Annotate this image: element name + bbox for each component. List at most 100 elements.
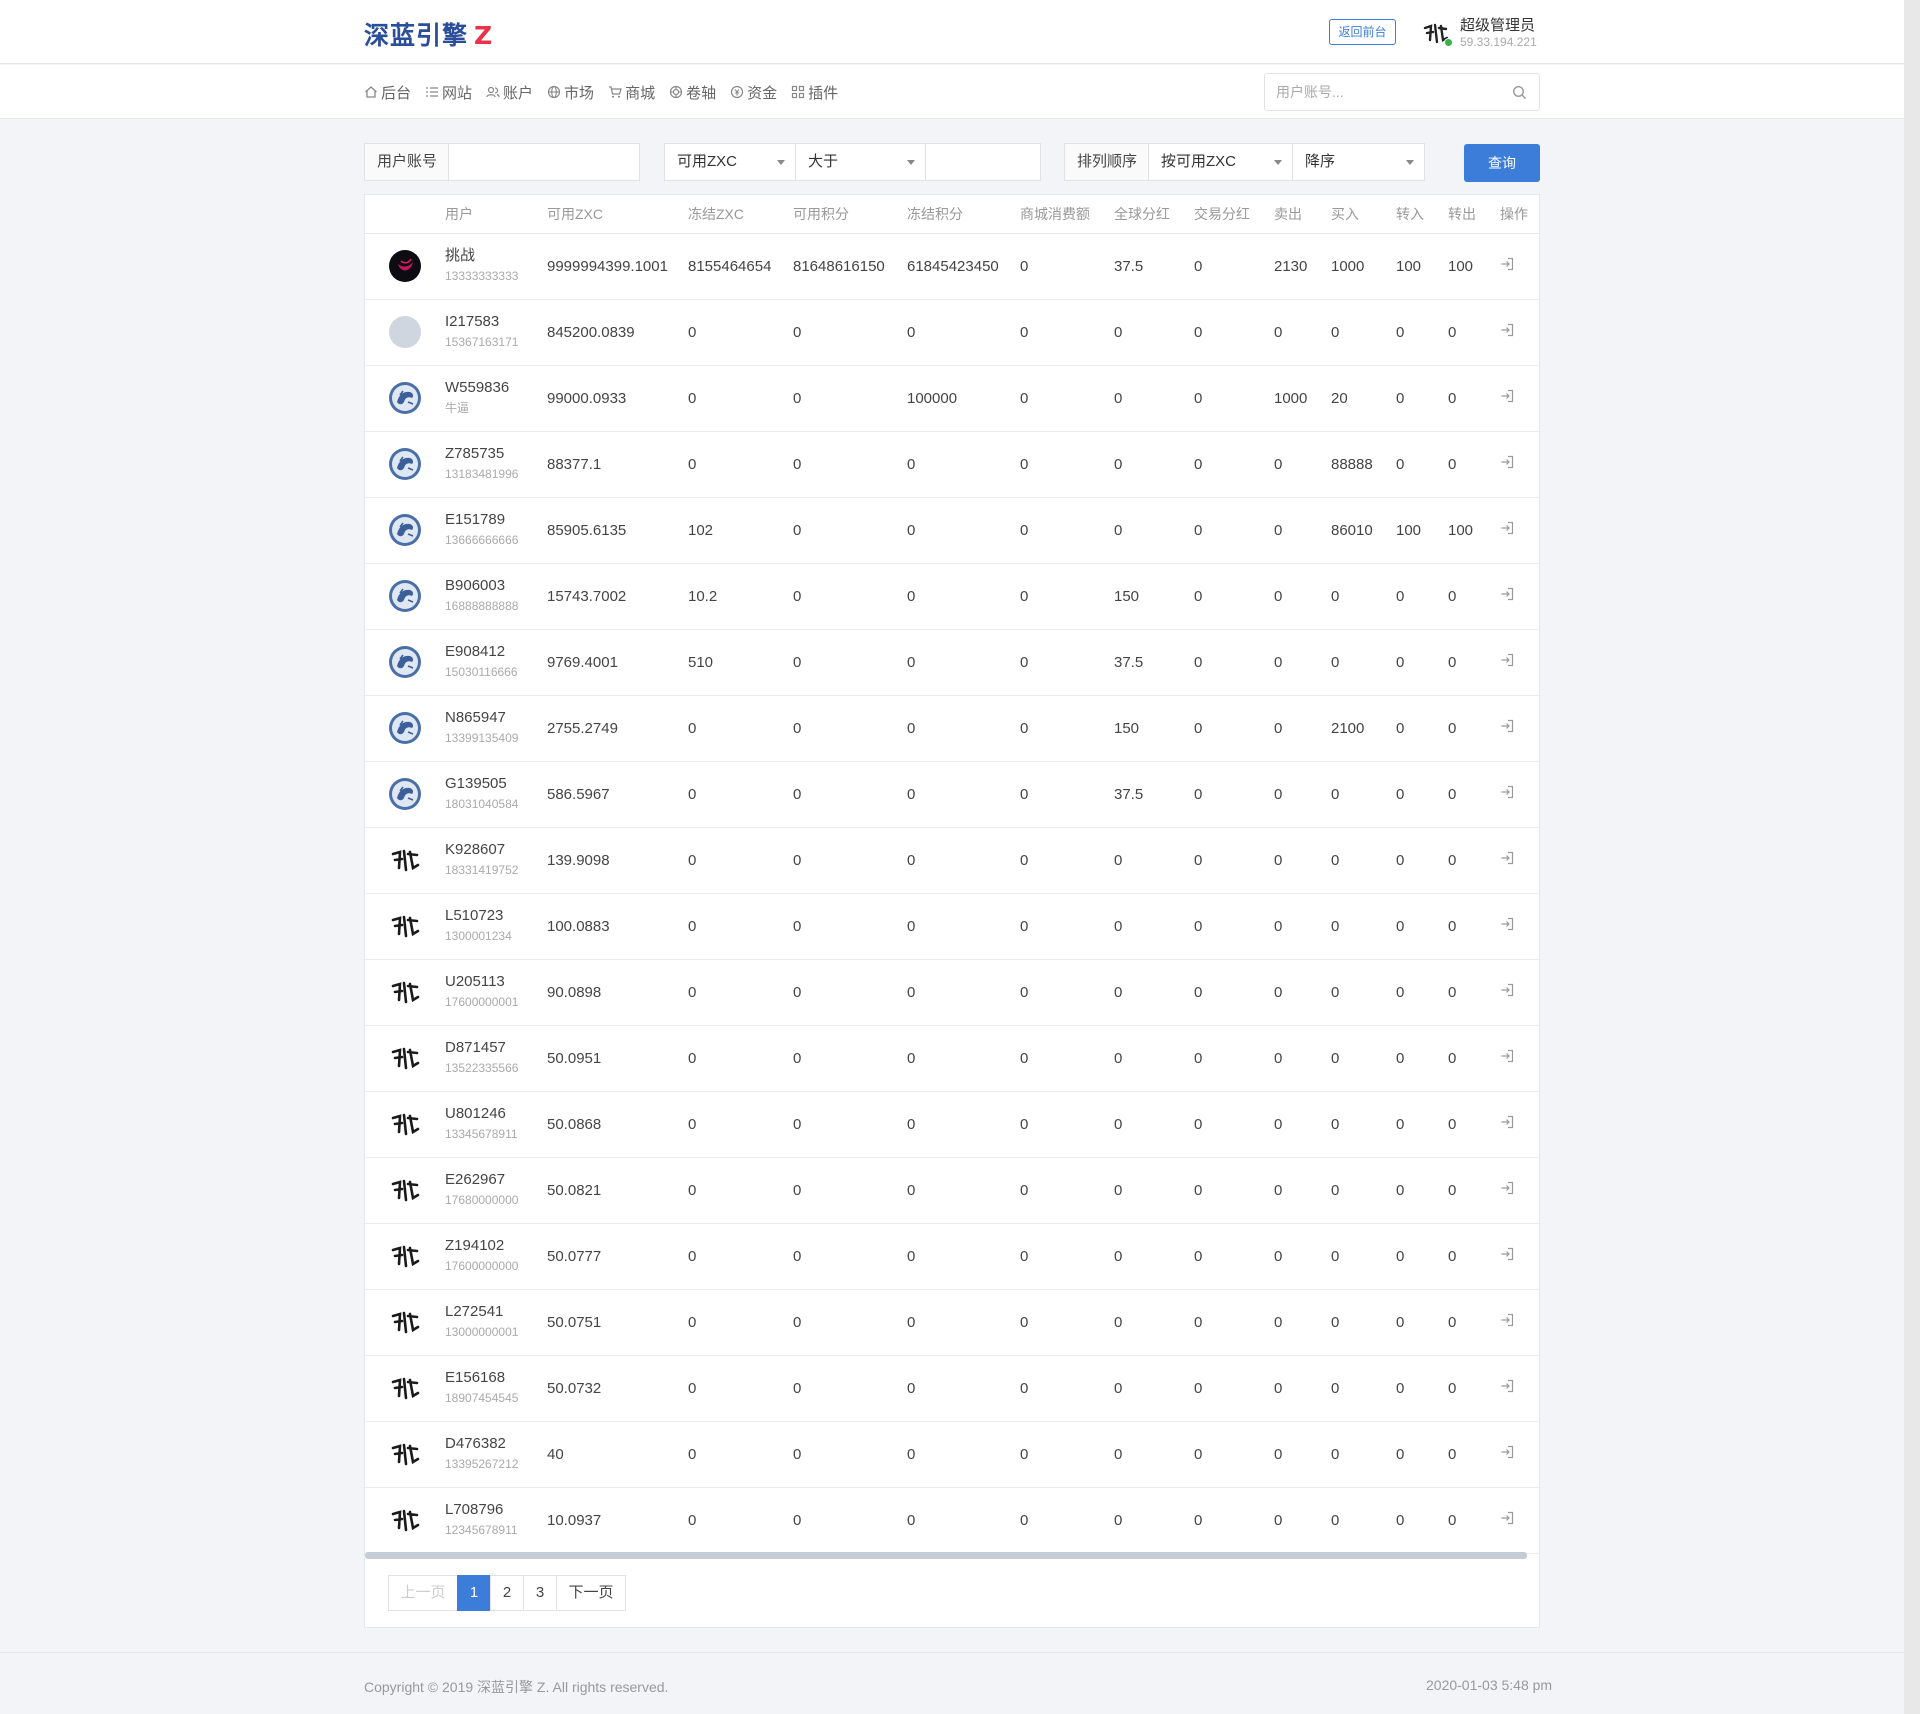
login-as-user-icon[interactable] xyxy=(1500,1379,1514,1393)
avatar[interactable] xyxy=(389,1042,421,1074)
avatar[interactable] xyxy=(389,646,421,678)
avatar[interactable] xyxy=(389,448,421,480)
account-input[interactable] xyxy=(448,143,640,181)
table-row: Z785735 13183481996 88377.1 0 0 0 0 0 0 0 88888 0 0 xyxy=(365,431,1539,498)
user-name[interactable]: K928607 xyxy=(445,841,547,859)
avatar[interactable] xyxy=(389,1174,421,1206)
nav-item-plugins[interactable]: 插件 xyxy=(791,82,838,103)
nav-item-market[interactable]: 市场 xyxy=(547,82,594,103)
login-as-user-icon[interactable] xyxy=(1500,785,1514,799)
search-icon[interactable] xyxy=(1512,85,1527,100)
user-name[interactable]: Z785735 xyxy=(445,445,547,463)
avatar[interactable] xyxy=(389,1240,421,1272)
amount-input[interactable] xyxy=(925,143,1041,181)
user-name[interactable]: D871457 xyxy=(445,1039,547,1057)
cell-transfer-in: 0 xyxy=(1396,1223,1448,1290)
logo[interactable]: 深蓝引擎 Z xyxy=(364,16,493,52)
user-name[interactable]: E262967 xyxy=(445,1171,547,1189)
next-page-button[interactable]: 下一页 xyxy=(556,1575,626,1611)
avatar[interactable] xyxy=(389,1372,421,1404)
page-button-3[interactable]: 3 xyxy=(523,1575,557,1611)
filter-bar: 用户账号 可用ZXC 大于 排列顺序 按可用ZXC 降序 xyxy=(0,143,1904,182)
cell-transfer-out: 0 xyxy=(1448,695,1500,762)
user-name[interactable]: N865947 xyxy=(445,709,547,727)
avatar[interactable] xyxy=(389,976,421,1008)
avatar[interactable] xyxy=(389,1306,421,1338)
avatar[interactable] xyxy=(389,316,421,348)
user-name[interactable]: L708796 xyxy=(445,1501,547,1519)
avatar[interactable] xyxy=(389,1504,421,1536)
avatar[interactable] xyxy=(389,778,421,810)
login-as-user-icon[interactable] xyxy=(1500,1313,1514,1327)
back-to-frontend-button[interactable]: 返回前台 xyxy=(1329,19,1396,45)
avatar[interactable] xyxy=(389,910,421,942)
cell-trade-dividend: 0 xyxy=(1194,1025,1274,1092)
avatar[interactable] xyxy=(389,250,421,282)
login-as-user-icon[interactable] xyxy=(1500,1247,1514,1261)
user-name[interactable]: I217583 xyxy=(445,313,547,331)
operator-select[interactable]: 大于 xyxy=(795,143,926,181)
avatar[interactable] xyxy=(389,514,421,546)
page-button-1[interactable]: 1 xyxy=(457,1575,491,1611)
user-name[interactable]: G139505 xyxy=(445,775,547,793)
nav-item-accounts[interactable]: 账户 xyxy=(486,82,533,103)
cell-zxc: 50.0821 xyxy=(547,1157,688,1224)
user-name[interactable]: 挑战 xyxy=(445,247,547,265)
login-as-user-icon[interactable] xyxy=(1500,1049,1514,1063)
avatar[interactable] xyxy=(389,580,421,612)
user-name[interactable]: E908412 xyxy=(445,643,547,661)
login-as-user-icon[interactable] xyxy=(1500,719,1514,733)
user-name[interactable]: D476382 xyxy=(445,1435,547,1453)
page-button-2[interactable]: 2 xyxy=(490,1575,524,1611)
user-name[interactable]: B906003 xyxy=(445,577,547,595)
login-as-user-icon[interactable] xyxy=(1500,1511,1514,1525)
avatar[interactable] xyxy=(389,1438,421,1470)
table-row: L510723 1300001234 100.0883 0 0 0 0 0 0 0 0 0 0 xyxy=(365,893,1539,960)
login-as-user-icon[interactable] xyxy=(1500,983,1514,997)
prev-page-button[interactable]: 上一页 xyxy=(388,1575,458,1611)
user-name[interactable]: U801246 xyxy=(445,1105,547,1123)
nav-item-funds[interactable]: 资金 xyxy=(730,82,777,103)
field-select[interactable]: 可用ZXC xyxy=(664,143,796,181)
avatar[interactable] xyxy=(389,712,421,744)
nav-item-dashboard[interactable]: 后台 xyxy=(364,82,411,103)
nav-search-input[interactable] xyxy=(1265,74,1495,110)
table-horizontal-scrollbar[interactable] xyxy=(365,1552,1527,1559)
login-as-user-icon[interactable] xyxy=(1500,323,1514,337)
login-as-user-icon[interactable] xyxy=(1500,653,1514,667)
login-as-user-icon[interactable] xyxy=(1500,257,1514,271)
user-phone: 1300001234 xyxy=(445,929,512,943)
order-direction-select[interactable]: 降序 xyxy=(1292,143,1425,181)
login-as-user-icon[interactable] xyxy=(1500,521,1514,535)
login-as-user-icon[interactable] xyxy=(1500,587,1514,601)
user-name[interactable]: L272541 xyxy=(445,1303,547,1321)
cell-global-dividend: 0 xyxy=(1114,1355,1194,1422)
login-as-user-icon[interactable] xyxy=(1500,389,1514,403)
nav-item-scroll[interactable]: 卷轴 xyxy=(669,82,716,103)
user-name[interactable]: E156168 xyxy=(445,1369,547,1387)
admin-name[interactable]: 超级管理员 xyxy=(1460,14,1535,35)
user-name[interactable]: L510723 xyxy=(445,907,547,925)
table-row: E156168 18907454545 50.0732 0 0 0 0 0 0 0 0 0 0 xyxy=(365,1355,1539,1422)
order-field-select[interactable]: 按可用ZXC xyxy=(1148,143,1293,181)
user-name[interactable]: Z194102 xyxy=(445,1237,547,1255)
avatar[interactable] xyxy=(389,382,421,414)
avatar[interactable] xyxy=(389,844,421,876)
login-as-user-icon[interactable] xyxy=(1500,455,1514,469)
query-button[interactable]: 查询 xyxy=(1464,144,1540,182)
login-as-user-icon[interactable] xyxy=(1500,1115,1514,1129)
user-name[interactable]: E151789 xyxy=(445,511,547,529)
avatar-cell xyxy=(365,233,445,300)
user-name[interactable]: U205113 xyxy=(445,973,547,991)
page-scrollbar[interactable] xyxy=(1904,0,1920,1714)
login-as-user-icon[interactable] xyxy=(1500,1445,1514,1459)
nav-item-mall[interactable]: 商城 xyxy=(608,82,655,103)
table-row: 挑战 13333333333 9999994399.1001 8155464654 81… xyxy=(365,233,1539,300)
login-as-user-icon[interactable] xyxy=(1500,1181,1514,1195)
user-name[interactable]: W559836 xyxy=(445,379,547,397)
nav-item-website[interactable]: 网站 xyxy=(425,82,472,103)
login-as-user-icon[interactable] xyxy=(1500,851,1514,865)
avatar[interactable] xyxy=(389,1108,421,1140)
login-as-user-icon[interactable] xyxy=(1500,917,1514,931)
cell-frozen-zxc: 0 xyxy=(688,695,793,762)
